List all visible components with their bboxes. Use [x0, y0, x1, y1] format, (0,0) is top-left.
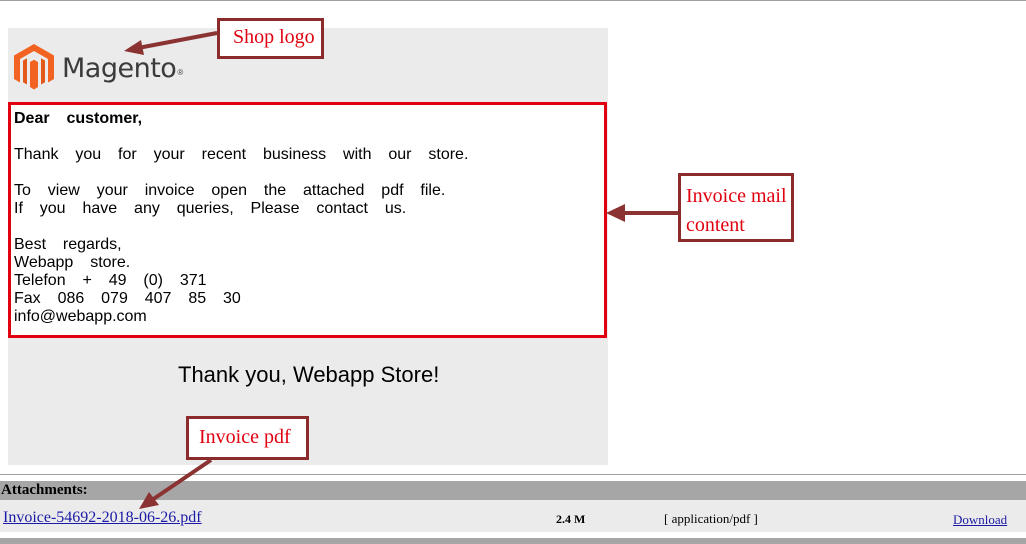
attachment-type: [ application/pdf ] — [664, 511, 758, 526]
registered-mark: ® — [177, 67, 184, 77]
callout-invoice-mail-line1: Invoice mail — [686, 185, 787, 207]
bottom-bar — [0, 538, 1026, 544]
queries-line: If you have any queries, Please contact … — [14, 200, 407, 217]
callout-invoice-pdf: Invoice pdf — [186, 416, 309, 460]
shop-logo: Magento ® — [13, 43, 183, 91]
attachment-link[interactable]: Invoice-54692-2018-06-26.pdf — [3, 509, 202, 527]
attachment-size: 2.4 M — [556, 512, 586, 526]
arrow-to-mail-head — [606, 204, 625, 222]
email-address: info@webapp.com — [14, 308, 147, 325]
thanks-line: Thank you for your recent business with … — [14, 146, 469, 163]
callout-shop-logo-text: Shop logo — [233, 26, 315, 48]
attachment-row: Invoice-54692-2018-06-26.pdf 2.4 M [ app… — [0, 500, 1026, 532]
callout-invoice-mail: Invoice mail content — [678, 173, 794, 242]
greeting: Dear customer, — [14, 110, 143, 127]
callout-invoice-mail-line2: content — [686, 214, 745, 236]
callout-shop-logo: Shop logo — [217, 18, 324, 59]
thank-you-message: Thank you, Webapp Store! — [178, 362, 440, 387]
invoice-mail-content: Dear customer, Thank you for your recent… — [8, 102, 607, 338]
regards-line: Best regards, — [14, 236, 122, 253]
logo-wordmark: Magento — [62, 52, 177, 84]
fax-line: Fax 086 079 407 85 30 — [14, 290, 241, 307]
attachments-divider — [0, 474, 1026, 475]
magento-logo-icon — [14, 44, 54, 90]
telefon-line: Telefon + 49 (0) 371 — [14, 272, 207, 289]
callout-invoice-pdf-text: Invoice pdf — [199, 426, 291, 448]
view-invoice-line: To view your invoice open the attached p… — [14, 182, 446, 199]
store-name: Webapp store. — [14, 254, 131, 271]
download-link[interactable]: Download — [953, 512, 1007, 528]
top-divider — [0, 0, 1026, 1]
attachments-header: Attachments: — [0, 481, 1026, 500]
